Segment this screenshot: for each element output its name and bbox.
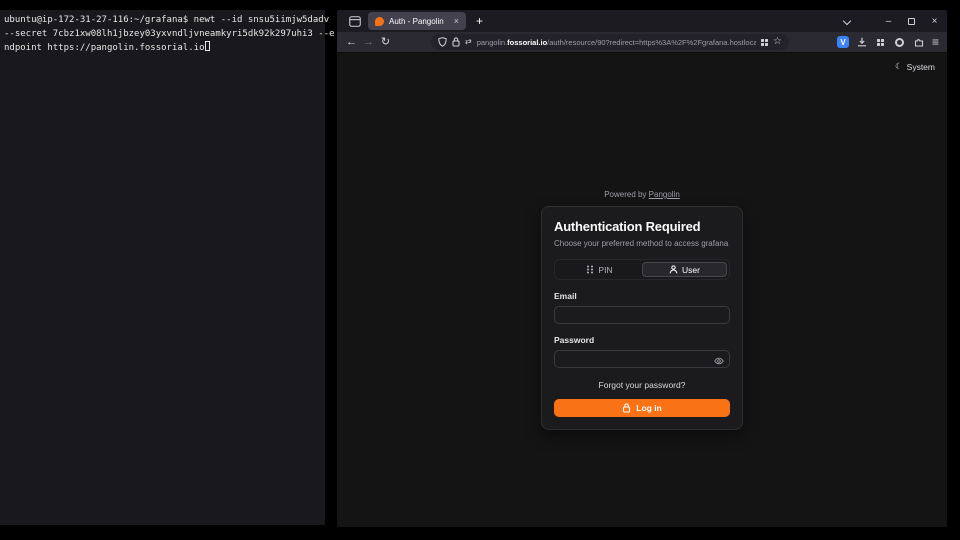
url-path: /auth/resource/90?redirect=https%3A%2F%2… [547,38,756,47]
url-subdomain: pangolin. [477,38,507,47]
url-bar[interactable]: ⇄ pangolin.fossorial.io/auth/resource/90… [431,34,789,50]
terminal-line: --secret 7cbz1xw08lh1jbzey03yxvndljvneam… [4,28,323,42]
permissions-swap-icon[interactable]: ⇄ [465,38,472,46]
downloads-icon[interactable] [856,36,868,48]
browser-window: Auth - Pangolin × + – × ← → ↻ ⇄ [337,10,947,527]
screen: ubuntu@ip-172-31-27-116:~/grafana$ newt … [0,0,960,540]
login-lock-icon [622,403,631,413]
auth-card: Authentication Required Choose your pref… [541,206,743,430]
tab-pin[interactable]: PIN [557,262,642,277]
pangolin-favicon-icon [375,17,384,26]
url-text: pangolin.fossorial.io/auth/resource/90?r… [477,38,756,47]
back-button[interactable]: ← [343,37,360,48]
powered-by-text: Powered by [604,190,646,199]
maximize-icon [908,18,915,25]
tracking-shield-icon[interactable] [438,37,447,47]
app-menu-icon[interactable]: ≡ [932,36,939,48]
show-password-eye-icon[interactable] [714,353,724,371]
password-field[interactable] [554,350,730,368]
extensions-puzzle-icon[interactable] [913,36,925,48]
password-wrap [554,349,730,368]
auth-method-tabs: PIN User [554,259,730,280]
login-button-label: Log in [636,403,662,413]
powered-by: Powered by Pangolin [541,190,743,199]
lock-icon[interactable] [452,37,460,47]
terminal-line: ubuntu@ip-172-31-27-116:~/grafana$ newt … [4,14,323,28]
grid-extension-icon[interactable] [875,36,887,48]
theme-toggle[interactable]: ☾ System [895,61,935,72]
window-close-button[interactable]: × [927,14,942,29]
page-actions-grid-icon[interactable] [761,39,768,46]
tab-user[interactable]: User [642,262,727,277]
email-label: Email [554,291,730,301]
tab-close-icon[interactable]: × [454,17,459,26]
window-minimize-button[interactable]: – [881,14,896,29]
password-label: Password [554,335,730,345]
bookmark-star-icon[interactable]: ☆ [773,37,782,47]
card-title: Authentication Required [554,219,730,234]
forward-button[interactable]: → [360,37,377,48]
terminal-line: ndpoint https://pangolin.fossorial.io [4,41,323,56]
theme-label: System [907,62,935,72]
page-content: ☾ System Powered by Pangolin Authenticat… [337,53,947,527]
toolbar-right: V ≡ [837,36,941,48]
list-tabs-chevron-icon[interactable] [843,17,851,25]
user-icon [669,265,678,274]
circle-extension-icon[interactable] [894,36,906,48]
keypad-dots-icon [586,265,594,274]
tab-user-label: User [682,265,700,275]
terminal-cursor [205,41,210,51]
pangolin-link[interactable]: Pangolin [649,190,680,199]
firefox-view-icon[interactable] [347,14,363,28]
tab-title: Auth - Pangolin [389,17,449,26]
terminal-line-text: ndpoint https://pangolin.fossorial.io [4,43,204,53]
forgot-password-link[interactable]: Forgot your password? [554,380,730,390]
reload-button[interactable]: ↻ [377,37,394,48]
tab-pin-label: PIN [598,265,612,275]
auth-column: Powered by Pangolin Authentication Requi… [541,190,743,430]
card-subtitle: Choose your preferred method to access g… [554,239,730,248]
login-button[interactable]: Log in [554,399,730,417]
blue-extension-icon[interactable]: V [837,36,849,48]
browser-toolbar: ← → ↻ ⇄ pangolin.fossorial.io/auth/resou… [337,32,947,53]
new-tab-button[interactable]: + [471,14,488,28]
tab-bar: Auth - Pangolin × + – × [337,10,947,32]
browser-tab[interactable]: Auth - Pangolin × [368,12,466,30]
email-field[interactable] [554,306,730,324]
terminal-window[interactable]: ubuntu@ip-172-31-27-116:~/grafana$ newt … [0,10,325,525]
moon-icon: ☾ [895,61,903,72]
window-maximize-button[interactable] [904,14,919,29]
url-domain: fossorial.io [507,38,547,47]
